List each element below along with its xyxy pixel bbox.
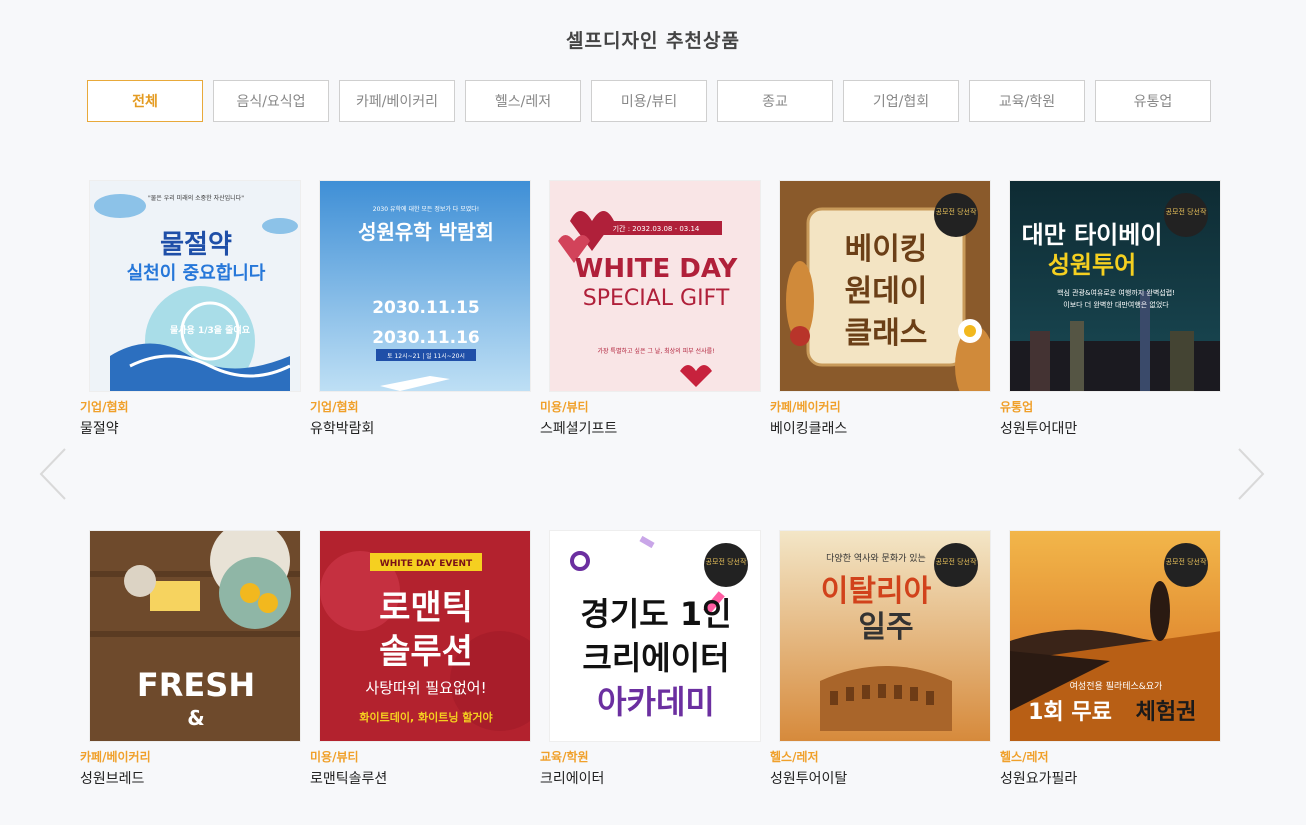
product-name[interactable]: 로맨틱솔루션	[310, 768, 387, 788]
product-category: 카페/베이커리	[770, 400, 841, 414]
poster-text: 기간 : 2032.03.08 - 03.14	[613, 224, 700, 233]
poster-text: 사탕따위 필요없어!	[365, 679, 486, 697]
product-category: 헬스/레저	[770, 750, 819, 764]
product-thumbnail[interactable]: FRESH &	[89, 530, 301, 742]
poster-text: 원데이	[845, 274, 928, 309]
product-name[interactable]: 성원브레드	[80, 768, 144, 788]
poster-text: 솔루션	[379, 632, 473, 672]
poster-text: WHITE DAY	[575, 254, 739, 284]
poster-text: 물사용 1/3을 줄여요	[170, 324, 251, 336]
award-badge: 공모전 당선작	[1166, 207, 1207, 216]
poster-text: 핵심 관광&여유로운 여행까지 완벽섭렵!	[1057, 288, 1175, 297]
product-category: 미용/뷰티	[540, 400, 589, 414]
poster-text: 2030 유학에 대한 모든 정보가 다 모였다!	[373, 205, 479, 213]
product-name[interactable]: 물절약	[80, 418, 119, 438]
poster-text: 물절약	[160, 230, 232, 260]
award-badge: 공모전 당선작	[706, 557, 747, 566]
poster-text: 아카데미	[597, 683, 715, 721]
tab-retail[interactable]: 유통업	[1095, 80, 1211, 122]
tab-food[interactable]: 음식/요식업	[213, 80, 329, 122]
category-tabs: 전체 음식/요식업 카페/베이커리 헬스/레저 미용/뷰티 종교 기업/협회 교…	[87, 80, 1211, 122]
prev-arrow-icon[interactable]	[38, 446, 68, 502]
product-thumbnail[interactable]: "물은 우리 미래의 소중한 자산입니다" 물절약 실천이 중요합니다 물사용 …	[89, 180, 301, 392]
product-name[interactable]: 성원요가필라	[1000, 768, 1077, 788]
poster-text: 크리에이터	[582, 639, 729, 677]
product-category: 기업/협회	[80, 400, 129, 414]
product-category: 카페/베이커리	[80, 750, 151, 764]
poster-text: 다양한 역사와 문화가 있는	[826, 552, 926, 564]
poster-text: 베이킹	[845, 232, 928, 267]
product-thumbnail[interactable]: 기간 : 2032.03.08 - 03.14 WHITE DAY SPECIA…	[549, 180, 761, 392]
award-badge: 공모전 당선작	[936, 557, 977, 566]
tab-business[interactable]: 기업/협회	[843, 80, 959, 122]
product-category: 기업/협회	[310, 400, 359, 414]
poster-text: 성원투어	[1048, 251, 1136, 279]
poster-text: 여성전용 필라테스&요가	[1070, 680, 1163, 692]
tab-all[interactable]: 전체	[87, 80, 203, 122]
poster-text: 일주	[858, 610, 913, 645]
product-thumbnail[interactable]: 공모전 당선작 다양한 역사와 문화가 있는 이탈리아 일주	[779, 530, 991, 742]
product-thumbnail[interactable]: 공모전 당선작 여성전용 필라테스&요가 1회 무료 체험권	[1009, 530, 1221, 742]
product-thumbnail[interactable]: 공모전 당선작 베이킹 원데이 클래스	[779, 180, 991, 392]
product-category: 교육/학원	[540, 750, 589, 764]
poster-text: 실천이 중요합니다	[127, 262, 266, 284]
poster-text: 로맨틱	[379, 588, 473, 628]
poster-text: 2030.11.16	[372, 328, 480, 348]
product-name[interactable]: 유학박람회	[310, 418, 374, 438]
poster-text: 체험권	[1136, 699, 1197, 725]
poster-text: WHITE DAY EVENT	[380, 559, 473, 569]
poster-text: 이탈리아	[821, 574, 932, 609]
poster-text: 클래스	[845, 316, 928, 351]
poster-text: 가장 특별하고 싶은 그 날, 최상의 피부 선사를!	[597, 347, 714, 355]
section-title: 셀프디자인 추천상품	[566, 30, 740, 52]
tab-beauty[interactable]: 미용/뷰티	[591, 80, 707, 122]
product-name[interactable]: 베이킹클래스	[770, 418, 847, 438]
tab-religion[interactable]: 종교	[717, 80, 833, 122]
product-name[interactable]: 성원투어대만	[1000, 418, 1077, 438]
product-category: 헬스/레저	[1000, 750, 1049, 764]
poster-text: 대만 타이베이	[1022, 221, 1163, 249]
product-thumbnail[interactable]: 공모전 당선작 경기도 1인 크리에이터 아카데미	[549, 530, 761, 742]
product-name[interactable]: 스페셜기프트	[540, 418, 617, 438]
award-badge: 공모전 당선작	[936, 207, 977, 216]
product-thumbnail[interactable]: 공모전 당선작 대만 타이베이 성원투어 핵심 관광&여유로운 여행까지 완벽섭…	[1009, 180, 1221, 392]
poster-text: &	[187, 706, 204, 730]
product-category: 유통업	[1000, 400, 1034, 414]
product-category: 미용/뷰티	[310, 750, 359, 764]
poster-text: 화이트데이, 화이트닝 할거야	[359, 710, 492, 724]
poster-text: 성원유학 박람회	[358, 220, 494, 244]
poster-text: 이보다 더 완벽한 대만여행은 없었다	[1063, 300, 1169, 309]
poster-text: FRESH	[137, 666, 255, 704]
poster-text: 경기도 1인	[580, 595, 731, 633]
product-thumbnail[interactable]: 2030 유학에 대한 모든 정보가 다 모였다! 성원유학 박람회 2030.…	[319, 180, 531, 392]
product-name[interactable]: 크리에이터	[540, 768, 604, 788]
poster-text: SPECIAL GIFT	[583, 286, 730, 311]
poster-text: 토 12시~21 | 일 11시~20시	[387, 352, 465, 360]
tab-education[interactable]: 교육/학원	[969, 80, 1085, 122]
tab-health-leisure[interactable]: 헬스/레저	[465, 80, 581, 122]
next-arrow-icon[interactable]	[1236, 446, 1266, 502]
award-badge: 공모전 당선작	[1166, 557, 1207, 566]
product-name[interactable]: 성원투어이탈	[770, 768, 847, 788]
tab-cafe-bakery[interactable]: 카페/베이커리	[339, 80, 455, 122]
poster-text: "물은 우리 미래의 소중한 자산입니다"	[148, 194, 244, 202]
poster-text: 2030.11.15	[372, 298, 480, 318]
product-thumbnail[interactable]: WHITE DAY EVENT 로맨틱 솔루션 사탕따위 필요없어! 화이트데이…	[319, 530, 531, 742]
poster-text: 1회 무료	[1028, 700, 1112, 725]
